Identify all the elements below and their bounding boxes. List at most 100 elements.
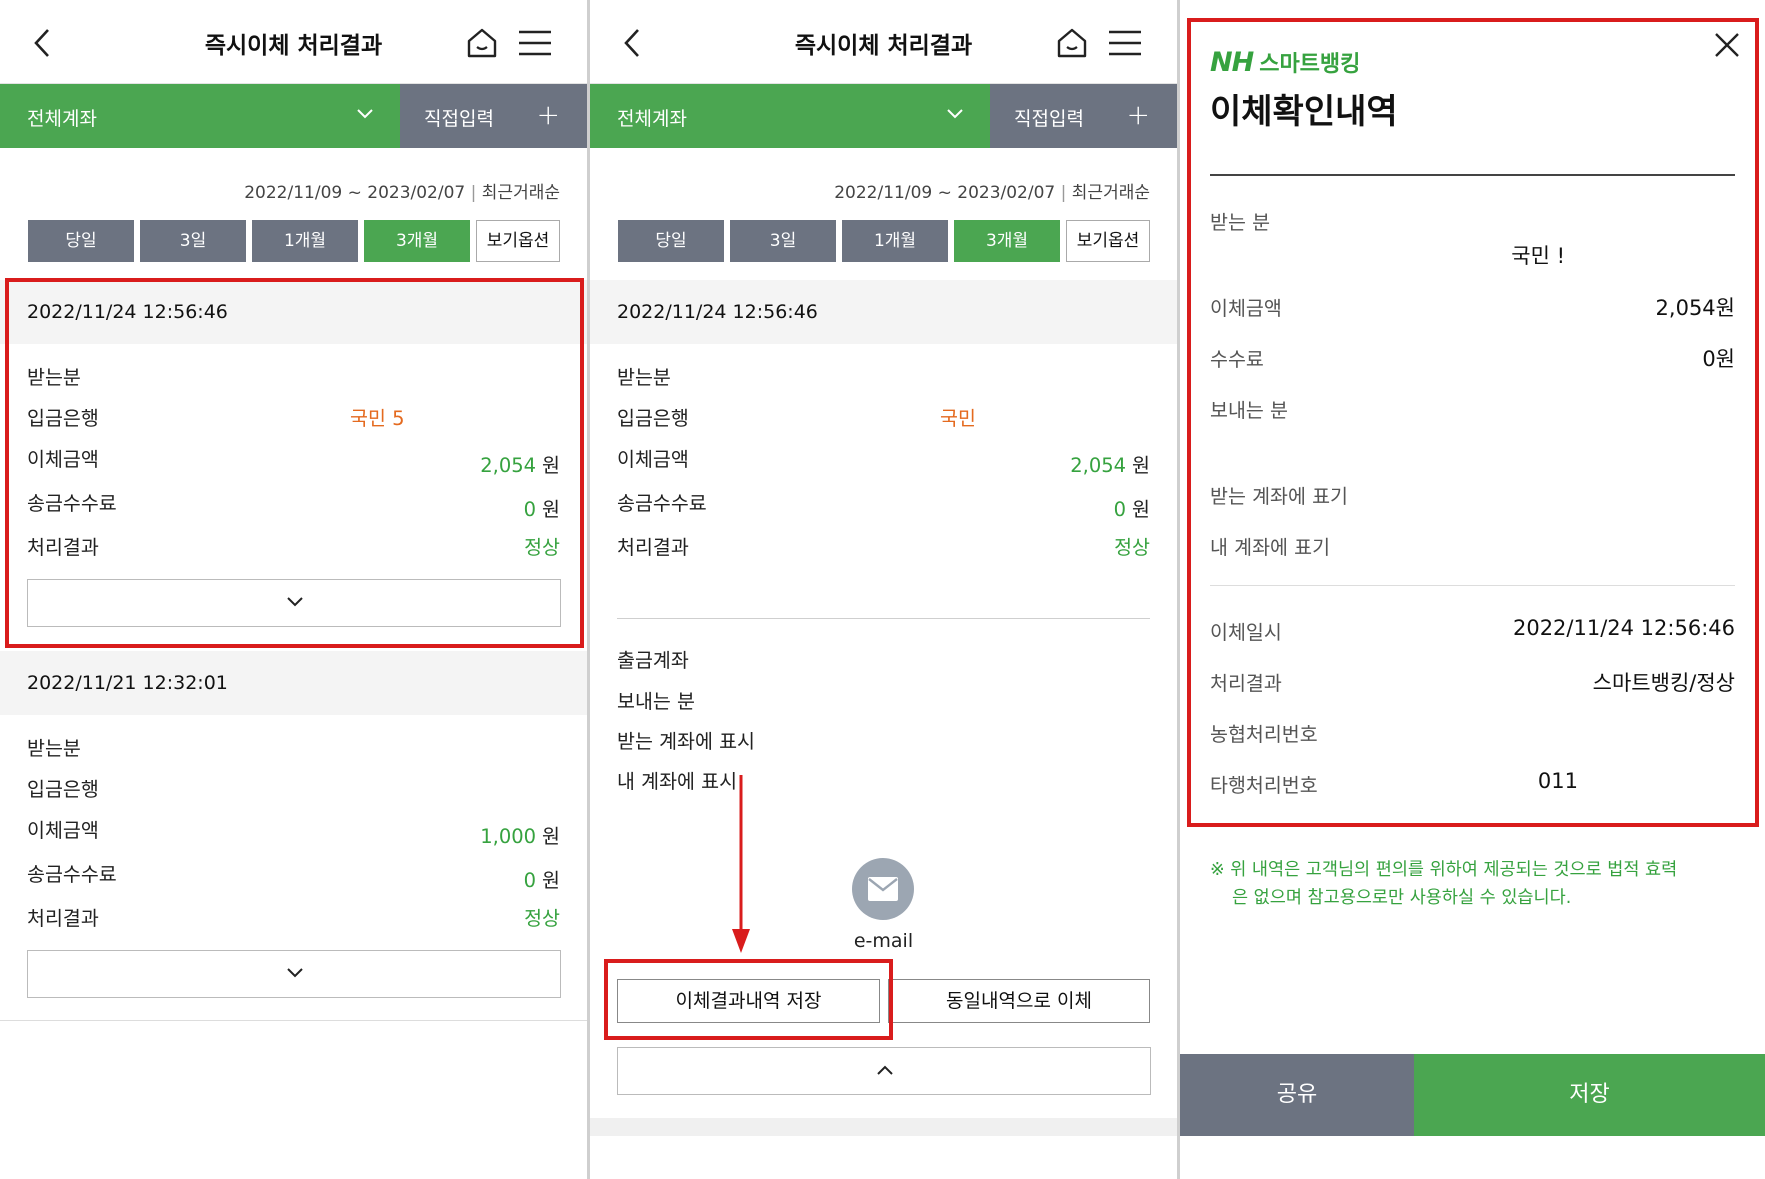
amount-number: 2,054 xyxy=(1070,454,1127,477)
show-recipient-row: 받는 계좌에 표시 xyxy=(617,725,1150,757)
home-icon[interactable] xyxy=(1055,26,1089,60)
mail-icon xyxy=(868,877,898,901)
result-label: 처리결과 xyxy=(27,907,99,930)
screen-transfer-confirmation: NH 스마트뱅킹 이체확인내역 받는 분 국민 ! 이체금액 2,054원 수수료 0… xyxy=(1180,0,1765,1179)
collapse-button[interactable] xyxy=(617,1047,1151,1095)
bank-label: 입금은행 xyxy=(27,407,99,430)
bank-label: 입금은행 xyxy=(27,778,99,801)
home-icon[interactable] xyxy=(465,26,499,60)
expand-button[interactable] xyxy=(27,579,561,627)
fee-label: 송금수수료 xyxy=(617,492,707,515)
date-range: 2022/11/09 ~ 2023/02/07 xyxy=(244,183,466,203)
fee-label: 송금수수료 xyxy=(27,863,117,886)
sender-label: 보내는 분 xyxy=(617,690,695,713)
direct-input-tab[interactable]: 직접입력 + xyxy=(400,84,587,148)
datetime-value: 2022/11/24 12:56:46 xyxy=(1512,616,1735,640)
transaction-date: 2022/11/21 12:32:01 xyxy=(0,651,587,715)
result-label: 처리결과 xyxy=(1210,672,1282,695)
date-range: 2022/11/09 ~ 2023/02/07 xyxy=(834,183,1056,203)
amount-label: 이체금액 xyxy=(27,819,99,842)
save-result-button[interactable]: 이체결과내역 저장 xyxy=(617,979,880,1023)
share-button[interactable]: 공유 xyxy=(1180,1054,1414,1136)
divider xyxy=(1210,174,1735,176)
sender-row: 보내는 분 xyxy=(617,685,1150,717)
recipient-row: 받는분 xyxy=(617,361,1150,393)
recipient-label: 받는 분 xyxy=(1210,211,1271,234)
account-tabbar: 전체계좌 직접입력 + xyxy=(590,84,1177,148)
amount-label: 이체금액 xyxy=(1210,297,1282,320)
period-3months-button[interactable]: 3개월 xyxy=(364,220,470,262)
direct-input-tab[interactable]: 직접입력 + xyxy=(990,84,1177,148)
close-icon[interactable] xyxy=(1714,32,1740,58)
save-button[interactable]: 저장 xyxy=(1414,1054,1765,1136)
recipient-label: 받는분 xyxy=(617,366,671,389)
amount-value: 2,054원 xyxy=(1070,449,1150,478)
withdraw-account-row: 출금계좌 xyxy=(617,644,1150,676)
chevron-down-icon xyxy=(947,109,963,119)
hamburger-menu-icon[interactable] xyxy=(1107,28,1143,58)
plus-icon: + xyxy=(1126,98,1150,131)
fee-label: 수수료 xyxy=(1210,348,1264,371)
other-number-row: 타행처리번호 011 xyxy=(1210,769,1735,803)
period-1month-button[interactable]: 1개월 xyxy=(252,220,358,262)
amount-label: 이체금액 xyxy=(617,448,689,471)
show-recipient-row: 받는 계좌에 표기 xyxy=(1210,480,1735,514)
period-3days-button[interactable]: 3일 xyxy=(730,220,836,262)
email-button[interactable] xyxy=(852,858,914,920)
amount-value: 1,000 원 xyxy=(480,820,560,849)
header: 즉시이체 처리결과 xyxy=(0,0,587,84)
period-3months-button[interactable]: 3개월 xyxy=(954,220,1060,262)
show-mine-row: 내 계좌에 표시 xyxy=(617,765,1150,797)
result-row: 처리결과 스마트뱅킹/정상 xyxy=(1210,667,1735,701)
view-options-button[interactable]: 보기옵션 xyxy=(1066,220,1150,262)
show-mine-label: 내 계좌에 표기 xyxy=(1210,536,1331,559)
datetime-label: 이체일시 xyxy=(1210,621,1282,644)
recipient-label: 받는분 xyxy=(27,737,81,760)
fee-number: 0 xyxy=(523,498,537,521)
same-transfer-button[interactable]: 동일내역으로 이체 xyxy=(888,979,1150,1023)
period-1month-button[interactable]: 1개월 xyxy=(842,220,948,262)
other-number-label: 타행처리번호 xyxy=(1210,774,1318,797)
result-label: 처리결과 xyxy=(27,536,99,559)
won-unit: 원 xyxy=(542,454,560,477)
result-label: 처리결과 xyxy=(617,536,689,559)
won-unit: 원 xyxy=(1132,454,1150,477)
all-accounts-dropdown[interactable]: 전체계좌 xyxy=(0,84,400,148)
fee-number: 0 xyxy=(523,869,537,892)
hamburger-menu-icon[interactable] xyxy=(517,28,553,58)
view-options-button[interactable]: 보기옵션 xyxy=(476,220,560,262)
result-row: 처리결과 정상 xyxy=(27,902,560,934)
screen-transfer-results-expanded: 즉시이체 처리결과 전체계좌 직접입력 + 2022/11/09 ~ 2023/… xyxy=(590,0,1177,1179)
note-line-2: 은 없으며 참고용으로만 사용하실 수 있습니다. xyxy=(1232,888,1572,908)
confirmation-title: 이체확인내역 xyxy=(1210,92,1398,132)
plus-icon: + xyxy=(536,98,560,131)
screen-transfer-results: 즉시이체 처리결과 전체계좌 직접입력 + 2022/11/09 ~ 2023/… xyxy=(0,0,587,1179)
fee-value: 0원 xyxy=(524,493,560,522)
fee-value: 0원 xyxy=(524,864,560,893)
all-accounts-dropdown[interactable]: 전체계좌 xyxy=(590,84,990,148)
show-recipient-label: 받는 계좌에 표기 xyxy=(1210,485,1348,508)
chevron-down-icon xyxy=(287,968,303,978)
expand-button[interactable] xyxy=(27,950,561,998)
amount-row: 이체금액 2,054원 xyxy=(617,443,1150,478)
amount-value: 2,054원 xyxy=(480,449,560,478)
won-unit: 원 xyxy=(542,869,560,892)
chevron-up-icon xyxy=(877,1065,893,1075)
period-today-button[interactable]: 당일 xyxy=(28,220,134,262)
bank-value: 국민 5 xyxy=(350,407,405,430)
email-label: e-mail xyxy=(853,930,914,952)
bottom-strip xyxy=(590,1118,1177,1136)
period-today-button[interactable]: 당일 xyxy=(618,220,724,262)
amount-number: 2,054 xyxy=(480,454,537,477)
date-range-text: 2022/11/09 ~ 2023/02/07 | 최근거래순 xyxy=(244,183,560,203)
fee-row: 송금수수료 0 원 xyxy=(617,487,1150,521)
bank-row: 입금은행 국민 5 xyxy=(27,402,560,434)
note-line-1: ※ 위 내역은 고객님의 편의를 위하여 제공되는 것으로 법적 효력 xyxy=(1210,860,1678,880)
amount-row: 이체금액 2,054원 xyxy=(27,443,560,478)
period-3days-button[interactable]: 3일 xyxy=(140,220,246,262)
date-range-text: 2022/11/09 ~ 2023/02/07 | 최근거래순 xyxy=(834,183,1150,203)
result-value: 스마트뱅킹/정상 xyxy=(1592,671,1735,695)
direct-input-label: 직접입력 xyxy=(1014,108,1084,130)
fee-label: 송금수수료 xyxy=(27,492,117,515)
fee-number: 0 xyxy=(1113,498,1127,521)
